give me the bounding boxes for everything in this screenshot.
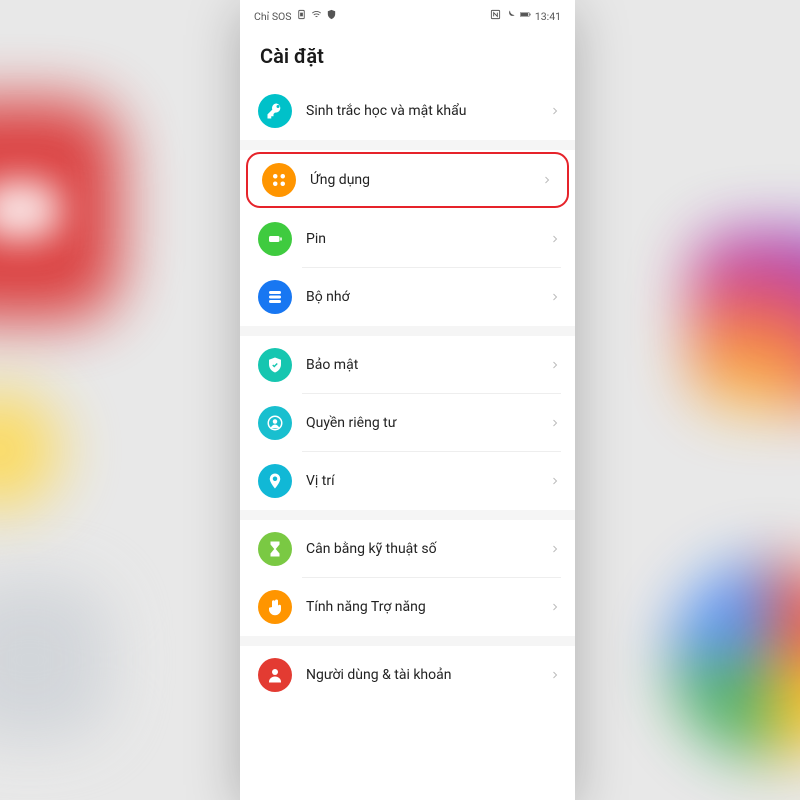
settings-list[interactable]: Sinh trắc học và mật khẩu Ứng dụng Pin Bộ n…: [240, 82, 575, 800]
settings-item[interactable]: Quyền riêng tư: [240, 394, 575, 452]
battery-status-icon: [520, 9, 531, 23]
sim-icon: [296, 9, 307, 23]
group-separator: [240, 510, 575, 520]
hourglass-icon: [258, 532, 292, 566]
chevron-right-icon: [549, 414, 561, 433]
clock-label: 13:41: [535, 10, 561, 23]
dnd-moon-icon: [505, 9, 516, 23]
settings-item[interactable]: Bảo mật: [240, 336, 575, 394]
chevron-right-icon: [549, 356, 561, 375]
settings-item-label: Tính năng Trợ năng: [306, 599, 549, 615]
chevron-right-icon: [541, 171, 553, 190]
settings-item[interactable]: Sinh trắc học và mật khẩu: [240, 82, 575, 140]
chevron-right-icon: [549, 288, 561, 307]
nfc-icon: [490, 9, 501, 23]
status-bar: Chỉ SOS 13:41: [240, 0, 575, 26]
wifi-off-icon: [311, 9, 322, 23]
group-separator: [240, 636, 575, 646]
phone-frame: Chỉ SOS 13:41 Cài đặt Si: [240, 0, 575, 800]
chevron-right-icon: [549, 598, 561, 617]
settings-item[interactable]: Người dùng & tài khoản: [240, 646, 575, 704]
privacy-icon: [258, 406, 292, 440]
settings-item[interactable]: Cân bằng kỹ thuật số: [240, 520, 575, 578]
hand-icon: [258, 590, 292, 624]
carrier-label: Chỉ SOS: [254, 10, 292, 23]
settings-item-label: Ứng dụng: [310, 172, 541, 188]
shield-check-icon: [258, 348, 292, 382]
storage-icon: [258, 280, 292, 314]
user-icon: [258, 658, 292, 692]
settings-item[interactable]: Bộ nhớ: [240, 268, 575, 326]
settings-item-label: Sinh trắc học và mật khẩu: [306, 103, 549, 119]
chevron-right-icon: [549, 102, 561, 121]
settings-item-label: Bảo mật: [306, 357, 549, 373]
group-separator: [240, 326, 575, 336]
settings-item-label: Pin: [306, 231, 549, 247]
chevron-right-icon: [549, 472, 561, 491]
settings-item-label: Người dùng & tài khoản: [306, 667, 549, 683]
settings-item-label: Vị trí: [306, 473, 549, 489]
settings-item[interactable]: Vị trí: [240, 452, 575, 510]
shield-icon: [326, 9, 337, 23]
apps-icon: [262, 163, 296, 197]
group-separator: [240, 140, 575, 150]
settings-item[interactable]: Ứng dụng: [246, 152, 569, 208]
settings-item-label: Cân bằng kỹ thuật số: [306, 541, 549, 557]
settings-item[interactable]: Pin: [240, 210, 575, 268]
chevron-right-icon: [549, 540, 561, 559]
location-icon: [258, 464, 292, 498]
chevron-right-icon: [549, 230, 561, 249]
battery-icon: [258, 222, 292, 256]
page-title: Cài đặt: [240, 26, 575, 82]
settings-item[interactable]: Tính năng Trợ năng: [240, 578, 575, 636]
settings-item-label: Bộ nhớ: [306, 289, 549, 305]
chevron-right-icon: [549, 666, 561, 685]
key-icon: [258, 94, 292, 128]
settings-item-label: Quyền riêng tư: [306, 415, 549, 431]
